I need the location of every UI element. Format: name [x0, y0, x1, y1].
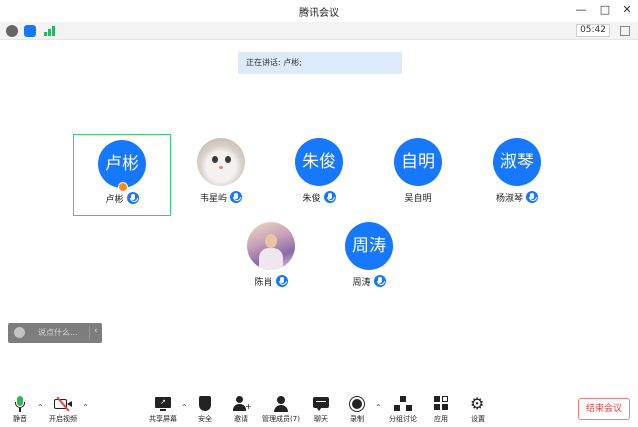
participant-tile[interactable]: 卢彬 卢彬 — [73, 134, 171, 216]
speaking-banner: 正在讲话: 卢彬; — [238, 52, 402, 74]
breakout-button[interactable]: 分组讨论 — [386, 396, 420, 424]
video-options-caret[interactable]: ⌃ — [82, 403, 89, 412]
mic-icon — [230, 191, 242, 203]
title-bar: 腾讯会议 — □ ✕ — [0, 0, 638, 22]
avatar — [247, 222, 295, 270]
divider — [89, 326, 90, 340]
participant-tile[interactable]: 淑琴 杨淑琴 — [468, 130, 566, 212]
status-bar: 05:42 — [0, 22, 638, 40]
share-options-caret[interactable]: ⌃ — [181, 403, 188, 412]
record-button[interactable]: 录制 — [346, 396, 368, 424]
layout-icon[interactable] — [620, 26, 630, 36]
maximize-icon[interactable]: □ — [598, 3, 612, 17]
shield-icon[interactable] — [24, 25, 36, 37]
chat-input-box[interactable]: 说点什么... ‹ — [8, 323, 102, 343]
mic-icon — [373, 275, 386, 287]
record-icon — [348, 396, 366, 412]
emoji-icon[interactable] — [14, 327, 25, 338]
participant-name: 周涛 — [352, 278, 371, 288]
collapse-icon[interactable]: ‹ — [94, 326, 98, 336]
avatar: 周涛 — [345, 222, 393, 270]
mic-icon — [275, 275, 288, 287]
mic-icon — [126, 192, 139, 204]
participant-name: 杨淑琴 — [495, 194, 523, 204]
minimize-icon[interactable]: — — [574, 3, 588, 17]
avatar: 朱俊 — [295, 138, 343, 186]
info-icon[interactable] — [6, 25, 18, 37]
chat-button[interactable]: 聊天 — [310, 396, 332, 424]
share-screen-button[interactable]: ↗ 共享屏幕 — [146, 396, 180, 424]
meeting-timer: 05:42 — [576, 24, 610, 37]
video-button[interactable]: 开启视频 — [46, 396, 80, 424]
avatar: 卢彬 — [98, 140, 146, 188]
participant-tile[interactable]: 周涛 周涛 — [320, 214, 418, 296]
host-icon — [118, 182, 128, 192]
members-icon — [272, 396, 290, 412]
apps-button[interactable]: 应用 — [430, 396, 452, 424]
breakout-icon — [394, 396, 412, 412]
avatar: 自明 — [394, 138, 442, 186]
participant-tile[interactable]: 韦星屿 — [172, 130, 270, 212]
participant-tile[interactable]: 陈肖 — [222, 214, 320, 296]
bottom-toolbar: 静音 ⌃ 开启视频 ⌃ ↗ 共享屏幕 ⌃ 安全 + 邀请 管理成员(7) 聊天 … — [0, 390, 638, 427]
manage-members-button[interactable]: 管理成员(7) — [260, 396, 302, 424]
camera-off-icon — [54, 396, 72, 412]
chat-placeholder: 说点什么... — [38, 328, 78, 337]
window-title: 腾讯会议 — [299, 8, 339, 19]
end-meeting-button[interactable]: 结束会议 — [578, 398, 630, 420]
participant-name: 韦星屿 — [199, 194, 227, 204]
participant-tile[interactable]: 自明 吴自明 — [369, 130, 467, 212]
avatar — [197, 138, 245, 186]
shield-icon — [196, 396, 214, 412]
signal-icon[interactable] — [44, 26, 56, 36]
gear-icon: ⚙ — [470, 394, 485, 413]
mute-options-caret[interactable]: ⌃ — [37, 403, 44, 412]
avatar: 淑琴 — [493, 138, 541, 186]
apps-icon — [432, 396, 450, 412]
participant-name: 卢彬 — [105, 195, 124, 205]
close-icon[interactable]: ✕ — [620, 3, 634, 17]
participant-tile[interactable]: 朱俊 朱俊 — [270, 130, 368, 212]
record-options-caret[interactable]: ⌃ — [375, 403, 382, 412]
participant-name: 朱俊 — [302, 194, 321, 204]
chat-icon — [312, 396, 330, 412]
add-user-icon: + — [232, 396, 252, 412]
participant-name: 陈肖 — [254, 278, 273, 288]
settings-button[interactable]: ⚙ 设置 — [467, 396, 489, 424]
mic-icon — [526, 191, 538, 203]
mic-icon — [11, 396, 29, 412]
mute-button[interactable]: 静音 — [8, 396, 32, 424]
invite-button[interactable]: + 邀请 — [230, 396, 252, 424]
mic-icon — [323, 191, 336, 203]
participant-name: 吴自明 — [404, 194, 432, 204]
share-screen-icon: ↗ — [154, 396, 172, 412]
security-button[interactable]: 安全 — [194, 396, 216, 424]
